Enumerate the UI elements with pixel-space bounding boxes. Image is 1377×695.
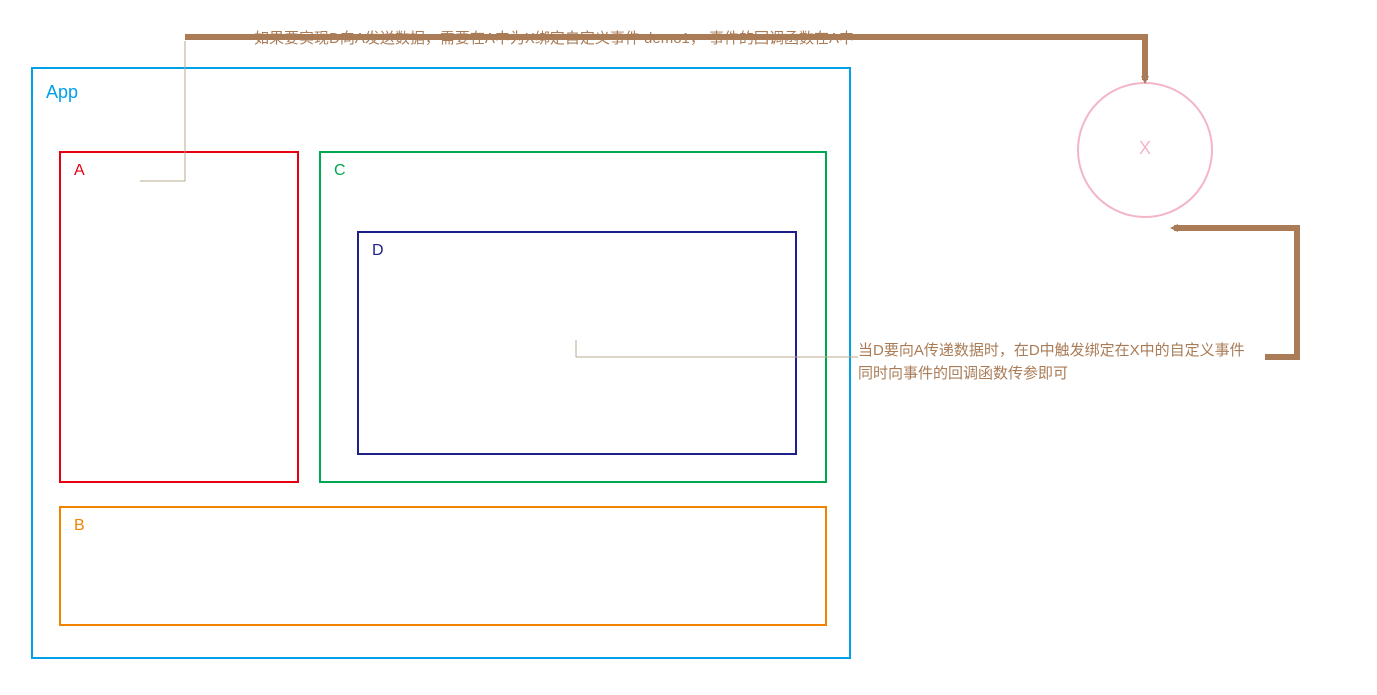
app-label: App (46, 82, 78, 103)
component-a-label: A (74, 162, 85, 180)
component-d-box (358, 232, 796, 454)
component-b-label: B (74, 517, 85, 535)
annotation-right-line2: 同时向事件的回调函数传参即可 (858, 363, 1245, 386)
component-d-label: D (372, 242, 384, 260)
annotation-top: 如果要实现D向A发送数据，需要在A中为X绑定自定义事件 demo1， 事件的回调… (254, 28, 854, 51)
component-b-box (60, 507, 826, 625)
component-c-label: C (334, 162, 346, 180)
component-a-box (60, 152, 298, 482)
annotation-right: 当D要向A传递数据时，在D中触发绑定在X中的自定义事件 同时向事件的回调函数传参… (858, 340, 1245, 385)
arrow-right-annot-to-x (1174, 228, 1297, 357)
app-box (32, 68, 850, 658)
component-x-label: X (1139, 138, 1151, 159)
component-c-box (320, 152, 826, 482)
annotation-right-line1: 当D要向A传递数据时，在D中触发绑定在X中的自定义事件 (858, 340, 1245, 363)
